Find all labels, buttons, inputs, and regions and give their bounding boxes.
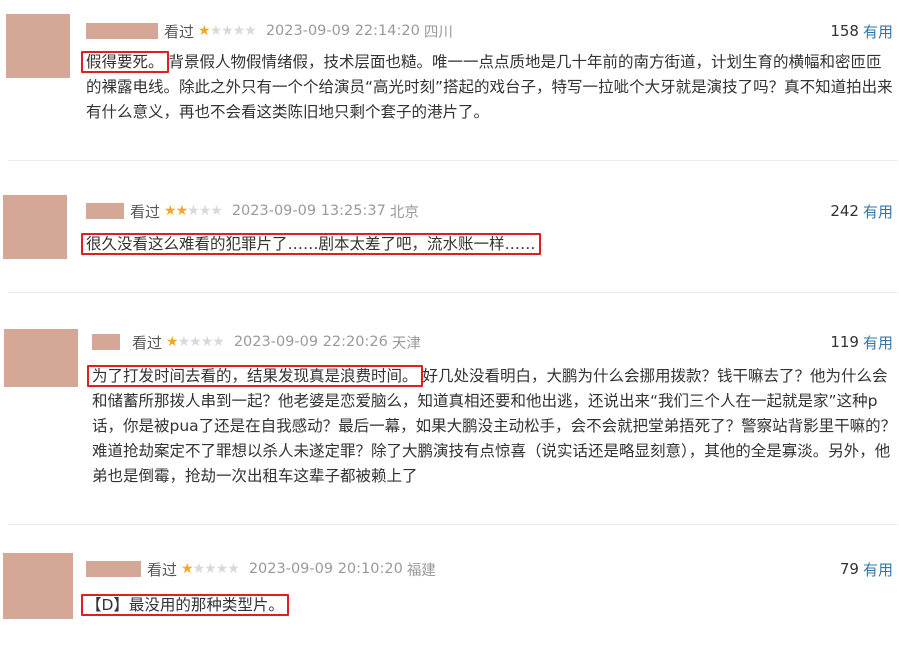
review-location: 福建: [406, 562, 436, 579]
review-date: 2023-09-09 22:20:26: [233, 334, 388, 350]
avatar[interactable]: [4, 329, 78, 387]
review-item: 看过 ★★★★★ 2023-09-09 22:14:20 四川 158 有用 假…: [0, 0, 899, 150]
star-empty-icon: ★: [212, 334, 225, 350]
review-content: 【D】最没用的那种类型片。: [81, 593, 896, 618]
watched-label: 看过: [147, 560, 178, 579]
username-redacted[interactable]: [86, 23, 158, 39]
avatar[interactable]: [3, 553, 73, 619]
review-meta: 看过 ★★★★★ 2023-09-09 22:20:26 天津: [92, 331, 421, 353]
star-filled-icon: ★: [166, 334, 179, 350]
username-redacted[interactable]: [86, 561, 141, 577]
star-empty-icon: ★: [204, 561, 217, 577]
review-date: 2023-09-09 22:14:20: [265, 23, 420, 39]
rating-stars-icon: ★★★★★: [164, 203, 223, 219]
review-location: 北京: [389, 204, 419, 221]
star-empty-icon: ★: [189, 334, 202, 350]
star-empty-icon: ★: [221, 23, 234, 39]
review-date: 2023-09-09 13:25:37: [231, 203, 386, 219]
divider: [8, 524, 898, 525]
review-item: 看过 ★★★★★ 2023-09-09 13:25:37 北京 242 有用 很…: [0, 180, 899, 280]
divider: [8, 160, 898, 161]
review-item: 看过 ★★★★★ 2023-09-09 22:20:26 天津 119 有用 为…: [0, 312, 899, 512]
watched-label: 看过: [132, 333, 163, 352]
watched-label: 看过: [164, 22, 195, 41]
review-content: 很久没看这么难看的犯罪片了……剧本太差了吧，流水账一样……: [81, 232, 896, 257]
vote-count: 242: [830, 202, 859, 220]
star-filled-icon: ★: [181, 561, 194, 577]
rating-stars-icon: ★★★★★: [198, 23, 257, 39]
star-empty-icon: ★: [210, 203, 223, 219]
review-date: 2023-09-09 20:10:20: [248, 561, 403, 577]
star-empty-icon: ★: [192, 561, 206, 577]
vote-count: 119: [830, 333, 859, 351]
highlighted-text: 假得要死。: [81, 51, 169, 73]
username-redacted[interactable]: [92, 334, 120, 350]
useful-button[interactable]: 有用: [863, 21, 893, 42]
username-redacted[interactable]: [86, 203, 124, 219]
star-empty-icon: ★: [232, 23, 246, 39]
review-meta: 看过 ★★★★★ 2023-09-09 20:10:20 福建: [86, 558, 436, 580]
review-text: 背景假人物假情绪假，技术层面也糙。唯一一点点质地是几十年前的南方街道，计划生育的…: [86, 53, 893, 121]
avatar[interactable]: [3, 195, 67, 259]
star-empty-icon: ★: [244, 23, 257, 39]
vote-area: 158 有用: [830, 20, 893, 42]
star-filled-icon: ★: [164, 203, 177, 219]
star-filled-icon: ★: [198, 23, 211, 39]
star-empty-icon: ★: [198, 203, 212, 219]
review-item: 看过 ★★★★★ 2023-09-09 20:10:20 福建 79 有用 【D…: [0, 540, 899, 645]
star-empty-icon: ★: [177, 334, 191, 350]
vote-area: 79 有用: [840, 558, 893, 580]
vote-count: 79: [839, 560, 859, 578]
useful-button[interactable]: 有用: [863, 332, 893, 353]
useful-button[interactable]: 有用: [863, 201, 893, 222]
divider: [8, 292, 898, 293]
star-empty-icon: ★: [187, 203, 200, 219]
review-meta: 看过 ★★★★★ 2023-09-09 22:14:20 四川: [86, 20, 453, 42]
star-filled-icon: ★: [175, 203, 189, 219]
highlighted-text: 为了打发时间去看的，结果发现真是浪费时间。: [87, 365, 423, 387]
review-content: 假得要死。 背景假人物假情绪假，技术层面也糙。唯一一点点质地是几十年前的南方街道，…: [81, 50, 896, 125]
star-empty-icon: ★: [200, 334, 214, 350]
vote-area: 119 有用: [830, 331, 893, 353]
vote-area: 242 有用: [830, 200, 893, 222]
star-empty-icon: ★: [215, 561, 229, 577]
review-meta: 看过 ★★★★★ 2023-09-09 13:25:37 北京: [86, 200, 419, 222]
watched-label: 看过: [130, 202, 161, 221]
rating-stars-icon: ★★★★★: [181, 561, 240, 577]
review-location: 四川: [423, 24, 453, 41]
star-empty-icon: ★: [227, 561, 240, 577]
avatar[interactable]: [6, 14, 70, 78]
review-location: 天津: [391, 335, 421, 352]
review-content: 为了打发时间去看的，结果发现真是浪费时间。 好几处没看明白，大鹏为什么会挪用拨款？…: [87, 364, 898, 489]
highlighted-text: 【D】最没用的那种类型片。: [81, 594, 289, 616]
star-empty-icon: ★: [209, 23, 223, 39]
useful-button[interactable]: 有用: [863, 559, 893, 580]
vote-count: 158: [830, 22, 859, 40]
highlighted-text: 很久没看这么难看的犯罪片了……剧本太差了吧，流水账一样……: [81, 233, 541, 255]
rating-stars-icon: ★★★★★: [166, 334, 225, 350]
